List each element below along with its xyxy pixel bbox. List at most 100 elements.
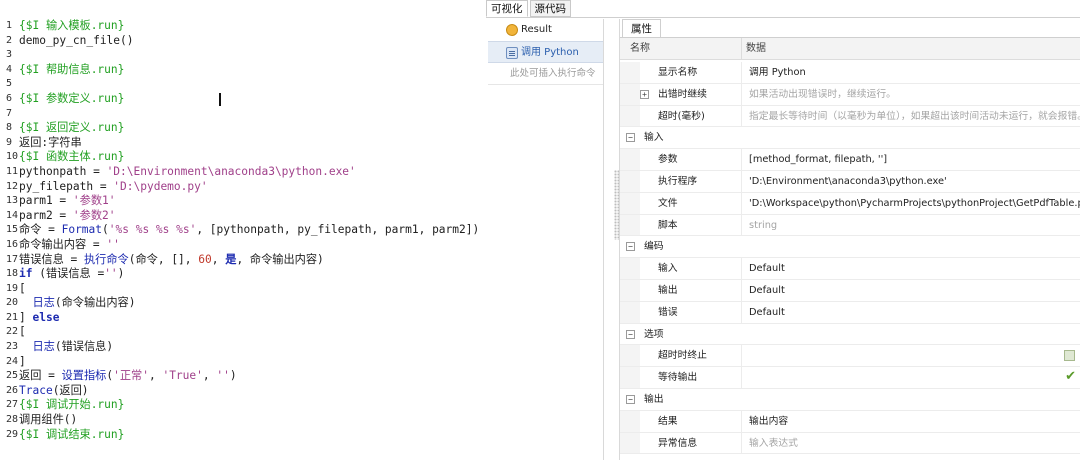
property-value[interactable]: [method_format, filepath, ''] <box>749 149 887 171</box>
property-name: 结果 <box>658 415 678 427</box>
line-number: 20 <box>6 297 19 309</box>
code-line[interactable]: 20 日志(命令输出内容) <box>0 296 486 311</box>
code-line[interactable]: 28 调用组件() <box>0 413 486 428</box>
property-row[interactable]: 超时时终止 <box>620 345 1080 368</box>
property-value[interactable]: 输入表达式 <box>749 433 798 455</box>
property-row[interactable]: 结果 输出内容 <box>620 410 1080 433</box>
code-line[interactable]: 2 demo_py_cn_file() <box>0 34 486 49</box>
code-line[interactable]: 23 日志(错误信息) <box>0 340 486 355</box>
code-line[interactable]: 11 pythonpath = 'D:\Environment\anaconda3… <box>0 165 486 180</box>
checkmark-icon[interactable]: ✔ <box>1065 369 1076 385</box>
property-group[interactable]: − 编码 <box>620 236 1080 259</box>
property-row[interactable]: 执行程序 'D:\Environment\anaconda3\python.exe… <box>620 170 1080 193</box>
unchecked-checkbox[interactable] <box>1064 350 1075 362</box>
code-line[interactable]: 4 {$I 帮助信息.run} <box>0 63 486 78</box>
code-line[interactable]: 14 parm2 = '参数2' <box>0 209 486 224</box>
step-result[interactable]: Result <box>488 19 603 41</box>
property-value[interactable]: 如果活动出现错误时，继续运行。 <box>749 84 896 106</box>
property-row[interactable]: 输入 Default <box>620 258 1080 280</box>
code-text: {$I 输入模板.run} <box>19 19 124 34</box>
line-number: 16 <box>6 238 19 250</box>
code-token: [ <box>19 281 26 295</box>
code-line[interactable]: 15 命令 = Format('%s %s %s %s', [pythonpath… <box>0 223 486 238</box>
python-step-icon <box>506 47 518 59</box>
code-line[interactable]: 5 <box>0 77 486 92</box>
property-name: 异常信息 <box>658 437 698 449</box>
property-value[interactable]: Default <box>749 302 785 324</box>
step-call-python[interactable]: 调用 Python <box>488 41 603 63</box>
property-row[interactable]: 超时(毫秒) 指定最长等待时间（以毫秒为单位），如果超出该时间活动未运行，就会报错… <box>620 105 1080 128</box>
step-label: 调用 Python <box>521 47 579 58</box>
code-line[interactable]: 10 {$I 函数主体.run} <box>0 150 486 165</box>
line-number: 3 <box>6 49 13 61</box>
code-text: 错误信息 = 执行命令(命令, [], 60, 是, 命令输出内容) <box>19 253 324 268</box>
property-row[interactable]: 显示名称 调用 Python <box>620 62 1080 84</box>
code-line[interactable]: 6 {$I 参数定义.run} <box>0 92 486 107</box>
property-value[interactable]: 'D:\Environment\anaconda3\python.exe' <box>749 171 947 193</box>
property-row[interactable]: + 出错时继续 如果活动出现错误时，继续运行。 <box>620 83 1080 106</box>
property-value[interactable]: Default <box>749 280 785 302</box>
collapse-toggle-icon[interactable]: − <box>626 394 635 404</box>
code-token: '正常' <box>113 369 149 383</box>
property-name: 文件 <box>658 197 678 209</box>
column-separator <box>741 432 742 454</box>
property-group[interactable]: − 输入 <box>620 127 1080 150</box>
code-line[interactable]: 16 命令输出内容 = '' <box>0 238 486 253</box>
code-line[interactable]: 1 {$I 输入模板.run} <box>0 19 486 34</box>
code-line[interactable]: 26 Trace(返回) <box>0 384 486 399</box>
property-value[interactable]: Default <box>749 258 785 280</box>
code-text: parm1 = '参数1' <box>19 194 115 209</box>
code-line[interactable]: 12 py_filepath = 'D:\pydemo.py' <box>0 180 486 195</box>
code-editor[interactable]: 1 {$I 输入模板.run} 2 demo_py_cn_file() 3 4 {$I 帮助… <box>0 0 486 460</box>
code-line[interactable]: 13 parm1 = '参数1' <box>0 194 486 209</box>
code-token: , <box>211 252 226 266</box>
property-value[interactable]: 输出内容 <box>749 411 788 433</box>
property-group[interactable]: − 输出 <box>620 388 1080 411</box>
collapse-toggle-icon[interactable]: − <box>626 329 635 339</box>
code-token: 命令 = <box>19 223 62 237</box>
code-line[interactable]: 9 返回:字符串 <box>0 136 486 151</box>
collapse-toggle-icon[interactable]: − <box>626 242 635 252</box>
collapse-toggle-icon[interactable]: − <box>626 133 635 143</box>
tab-source-code[interactable]: 源代码 <box>529 0 571 17</box>
property-name: 显示名称 <box>658 67 698 78</box>
code-line[interactable]: 29 {$I 调试结束.run} <box>0 428 486 443</box>
code-token: ] <box>19 310 33 324</box>
property-row[interactable]: 文件 'D:\Workspace\python\PycharmProjects\p… <box>620 192 1080 215</box>
code-line[interactable]: 25 返回 = 设置指标('正常', 'True', '') <box>0 369 486 384</box>
property-row[interactable]: 参数 [method_format, filepath, ''] <box>620 149 1080 171</box>
code-token: else <box>32 310 60 324</box>
expand-toggle-icon[interactable]: + <box>640 89 649 99</box>
insert-command-hint[interactable]: 此处可插入执行命令 <box>488 63 603 85</box>
property-group[interactable]: − 选项 <box>620 323 1080 346</box>
property-value[interactable]: string <box>749 215 777 237</box>
code-line[interactable]: 17 错误信息 = 执行命令(命令, [], 60, 是, 命令输出内容) <box>0 253 486 268</box>
code-token: py_filepath = <box>19 179 114 193</box>
code-line[interactable]: 18 if (错误信息 ='') <box>0 267 486 282</box>
code-line[interactable]: 7 <box>0 107 486 122</box>
code-line[interactable]: 24] <box>0 355 486 370</box>
property-row[interactable]: 错误 Default <box>620 301 1080 324</box>
code-line[interactable]: 22[ <box>0 325 486 340</box>
code-line[interactable]: 8 {$I 返回定义.run} <box>0 121 486 136</box>
property-value[interactable]: 'D:\Workspace\python\PycharmProjects\pyt… <box>749 193 1080 215</box>
code-token: 日志 <box>32 296 55 310</box>
property-name: 脚本 <box>658 219 678 231</box>
code-line[interactable]: 3 <box>0 48 486 63</box>
code-token: , 命令输出内容) <box>236 252 324 266</box>
code-line[interactable]: 19[ <box>0 282 486 297</box>
row-gutter <box>620 83 640 105</box>
column-separator <box>741 301 742 323</box>
property-row[interactable]: 异常信息 输入表达式 <box>620 432 1080 455</box>
code-line[interactable]: 21] else <box>0 311 486 326</box>
code-token: 是 <box>225 252 237 266</box>
property-row[interactable]: 等待输出 ✔ <box>620 367 1080 389</box>
property-row[interactable]: 输出 Default <box>620 279 1080 302</box>
code-line[interactable]: 27 {$I 调试开始.run} <box>0 398 486 413</box>
tab-properties[interactable]: 属性 <box>622 19 661 37</box>
tab-visual[interactable]: 可视化 <box>486 0 528 17</box>
property-row[interactable]: 脚本 string <box>620 214 1080 237</box>
property-value[interactable]: 指定最长等待时间（以毫秒为单位），如果超出该时间活动未运行，就会报错。默 <box>749 106 1080 128</box>
property-value[interactable]: 调用 Python <box>749 62 806 84</box>
code-token: '参数1' <box>72 194 116 208</box>
